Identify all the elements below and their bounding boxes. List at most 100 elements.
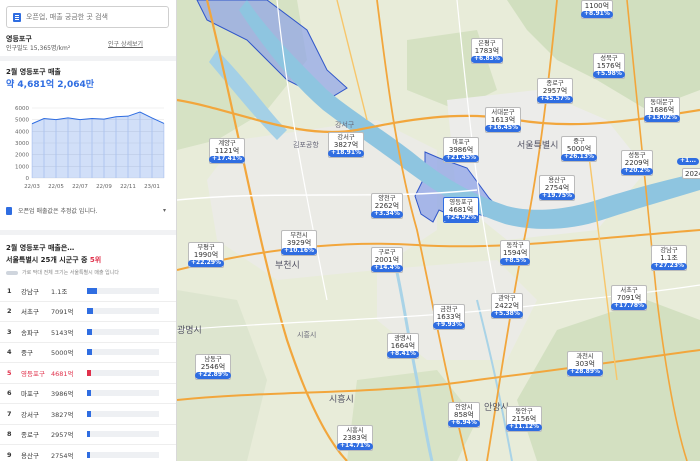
map-label-gyeyang[interactable]: 계양구 1121억 +17.41% bbox=[209, 138, 246, 165]
ranking-row[interactable]: 7 강서구 3827억 bbox=[0, 404, 176, 425]
ranking-district: 용산구 bbox=[21, 451, 39, 460]
chart-ytick-label: 3000 bbox=[15, 141, 29, 147]
district-growth: +24.92% bbox=[443, 215, 480, 223]
search-bar[interactable] bbox=[6, 6, 169, 28]
district-growth: +22.29% bbox=[188, 260, 225, 268]
ranking-row[interactable]: 8 종로구 2957억 bbox=[0, 425, 176, 445]
ranking-bar-track bbox=[87, 451, 159, 458]
map-label-seongdong[interactable]: 성동구 2209억 +20.2% bbox=[621, 150, 653, 177]
district-amount: 1100억 bbox=[584, 2, 610, 10]
district-amount: 2957억 bbox=[542, 87, 568, 96]
map-label-gwanak[interactable]: 관악구 2422억 +5.38% bbox=[491, 293, 523, 320]
map-label-gangbuk[interactable]: 1100억 +8.91% bbox=[581, 0, 613, 20]
ranking-number: 2 bbox=[7, 307, 12, 316]
map-label-seodaemun[interactable]: 서대문구 1613억 +16.45% bbox=[485, 107, 522, 134]
map-label-yangcheon[interactable]: 양천구 2262억 +3.34% bbox=[371, 193, 403, 220]
district-amount: 3827억 bbox=[333, 141, 359, 150]
ranking-amount: 5000억 bbox=[51, 349, 74, 358]
map-label-seongbuk[interactable]: 성북구 1576억 +5.98% bbox=[593, 53, 625, 80]
map-label-yeongdeungpo[interactable]: 영등포구 4681억 +24.92% bbox=[443, 197, 480, 224]
district-amount: 3986억 bbox=[448, 146, 474, 155]
map-label-namdong[interactable]: 남동구 2546억 +22.89% bbox=[195, 354, 232, 381]
district-amount: 1613억 bbox=[490, 116, 516, 125]
district-growth: +9.93% bbox=[433, 322, 465, 330]
district-growth: +10.16% bbox=[281, 248, 318, 256]
district-amount: 1.1조 bbox=[660, 254, 678, 263]
district-name: 남동구 bbox=[204, 356, 222, 363]
ranking-amount: 2754억 bbox=[51, 451, 74, 460]
map-label-gwangmyeong[interactable]: 광명시 1664억 +8.41% bbox=[387, 333, 419, 360]
map-label-dongjak[interactable]: 동작구 1594억 +8.5% bbox=[500, 240, 531, 267]
chart-xtick-label: 22/07 bbox=[72, 184, 88, 190]
district-amount: 2209억 bbox=[624, 159, 650, 168]
chart-xtick-label: 22/09 bbox=[96, 184, 112, 190]
population-detail-link[interactable]: 인구 상세보기 bbox=[108, 39, 143, 48]
place-gangseo: 강서구 bbox=[335, 121, 355, 129]
map-label-bupyeong[interactable]: 부평구 1990억 +22.29% bbox=[188, 242, 225, 269]
district-amount: 2754억 bbox=[544, 184, 570, 193]
district-name: 마포구 bbox=[452, 139, 470, 146]
district-growth: +26.13% bbox=[561, 154, 598, 162]
ranking-bar-track bbox=[87, 349, 159, 356]
ranking-district: 강서구 bbox=[21, 410, 39, 419]
ranking-bar bbox=[87, 410, 91, 417]
ranking-row[interactable]: 4 중구 5000억 bbox=[0, 343, 176, 363]
district-growth: +8.91% bbox=[581, 10, 613, 19]
map-label-gwacheon[interactable]: 과천시 303억 +28.89% bbox=[567, 351, 604, 378]
map-label-mapo[interactable]: 마포구 3986억 +21.45% bbox=[443, 137, 480, 164]
district-amount: 2001억 bbox=[374, 256, 400, 265]
district-name: 동작구 bbox=[506, 242, 524, 249]
chevron-down-icon: ▾ bbox=[162, 207, 166, 214]
map-label-gwangjin[interactable]: 2024 bbox=[682, 168, 700, 180]
ranking-row[interactable]: 3 송파구 5143억 bbox=[0, 322, 176, 343]
search-input[interactable] bbox=[26, 13, 166, 21]
map-label-anyang[interactable]: 안양시 858억 +6.94% bbox=[448, 402, 480, 429]
map-label-jongno[interactable]: 종로구 2957억 +45.57% bbox=[537, 78, 574, 105]
ranking-row[interactable]: 9 용산구 2754억 bbox=[0, 445, 176, 461]
map-label-eunpyeong[interactable]: 은평구 1783억 +6.83% bbox=[471, 38, 503, 65]
district-name: 성북구 bbox=[600, 55, 618, 62]
district-amount: 1576억 bbox=[596, 62, 622, 71]
ranking-district: 서초구 bbox=[21, 308, 39, 317]
map-label-dongdaemun[interactable]: 동대문구 1686억 +13.02% bbox=[644, 97, 681, 124]
ranking-row[interactable]: 1 강남구 1.1조 bbox=[0, 281, 176, 302]
chart-ytick-label: 2000 bbox=[15, 153, 29, 159]
map-label-gangseo[interactable]: 강서구 3827억 +18.91% bbox=[328, 132, 365, 159]
map-label-siheung[interactable]: 시흥시 2383억 +14.71% bbox=[337, 425, 374, 452]
map-label-yongsan[interactable]: 용산구 2754억 +19.75% bbox=[539, 175, 576, 202]
district-name: 서초구 bbox=[620, 287, 638, 294]
map-label-nowon[interactable]: +1... bbox=[677, 157, 700, 165]
district-amount: 2422억 bbox=[494, 302, 520, 311]
chart-ytick-label: 1000 bbox=[15, 164, 29, 170]
district-name: 시흥시 bbox=[346, 427, 364, 434]
district-amount: 1664억 bbox=[390, 342, 416, 351]
ranking-number: 3 bbox=[7, 327, 12, 336]
map-label-seocho[interactable]: 서초구 7091억 +17.78% bbox=[611, 285, 648, 312]
district-growth: +19.75% bbox=[539, 193, 576, 201]
ranking-row[interactable]: 2 서초구 7091억 bbox=[0, 302, 176, 322]
ranking-bar-track bbox=[87, 328, 159, 335]
district-growth: +14.4% bbox=[371, 265, 403, 273]
district-name: 과천시 bbox=[576, 353, 594, 360]
district-growth: +27.23% bbox=[651, 263, 688, 271]
chart-area bbox=[32, 112, 164, 178]
map-view[interactable]: 서울특별시 강서구 부천시 광명시 시흥시 안양시 시흥시 김포공항 강서구 38… bbox=[177, 0, 700, 461]
map-label-guro[interactable]: 구로구 2001억 +14.4% bbox=[371, 247, 403, 274]
district-name: 계양구 bbox=[218, 140, 236, 147]
ranking-district: 강남구 bbox=[21, 287, 39, 296]
district-growth: +8.5% bbox=[500, 258, 531, 266]
map-label-gangnam[interactable]: 강남구 1.1조 +27.23% bbox=[651, 245, 688, 272]
district-growth: +21.45% bbox=[443, 155, 480, 163]
map-label-junggu[interactable]: 중구 5000억 +26.13% bbox=[561, 136, 598, 163]
map-label-bucheon[interactable]: 부천시 3929억 +10.16% bbox=[281, 230, 318, 257]
estimate-note[interactable]: 오픈업 매출값은 추정값 입니다. ▾ bbox=[6, 206, 166, 215]
ranking-summary: 서울특별시 25개 시군구 중 5위 bbox=[6, 255, 101, 265]
district-name: 동안구 bbox=[515, 408, 533, 415]
district-name: 용산구 bbox=[548, 177, 566, 184]
map-label-dongan[interactable]: 동안구 2156억 +11.12% bbox=[506, 406, 543, 433]
ranking-row[interactable]: 5 영등포구 4681억 bbox=[0, 363, 176, 384]
map-label-geumcheon[interactable]: 금천구 1633억 +9.93% bbox=[433, 304, 465, 331]
district-amount: 3929억 bbox=[286, 239, 312, 248]
ranking-row[interactable]: 6 마포구 3986억 bbox=[0, 384, 176, 404]
chart-ytick-label: 0 bbox=[26, 176, 30, 182]
